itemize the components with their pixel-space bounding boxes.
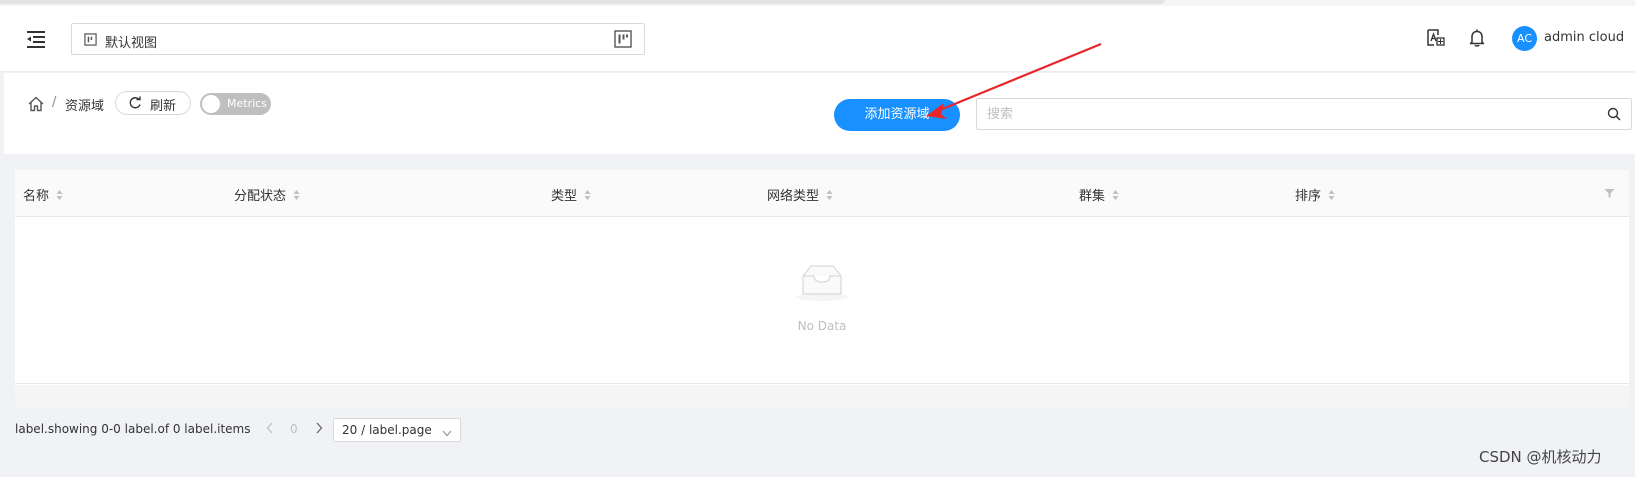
reload-icon — [128, 96, 142, 114]
project-icon — [614, 30, 632, 52]
menu-fold-icon[interactable] — [24, 27, 48, 51]
watermark: CSDN @机核动力 — [1479, 448, 1602, 466]
user-name[interactable]: admin cloud — [1544, 30, 1624, 45]
translate-icon[interactable] — [1426, 28, 1446, 52]
breadcrumb-separator: / — [52, 95, 57, 110]
page-size-select[interactable]: 20 / label.page — [333, 418, 461, 442]
table-header: 名称 分配状态 类型 网络类型 群集 排序 — [15, 170, 1629, 217]
column-label: 类型 — [551, 189, 578, 204]
sort-icon — [56, 189, 63, 205]
pagination-current-page[interactable]: 0 — [290, 422, 298, 436]
bell-icon[interactable] — [1468, 28, 1486, 52]
search-icon[interactable] — [1607, 107, 1621, 125]
refresh-label: 刷新 — [150, 99, 177, 114]
inbox-icon — [793, 262, 851, 306]
view-selector-text: 默认视图 — [105, 36, 158, 51]
chevron-right-icon[interactable] — [314, 421, 324, 439]
column-header-cluster[interactable]: 群集 — [1079, 185, 1119, 205]
column-header-network-type[interactable]: 网络类型 — [767, 185, 833, 205]
filter-icon[interactable] — [1604, 188, 1615, 203]
chevron-down-icon — [442, 426, 452, 441]
metrics-toggle[interactable]: Metrics — [200, 93, 271, 115]
empty-state: No Data — [15, 218, 1629, 384]
column-label: 排序 — [1295, 189, 1322, 204]
header: 默认视图 AC admin cloud — [0, 6, 1635, 72]
page-scrollbar[interactable] — [0, 0, 1165, 4]
toolbar: / 资源域 刷新 Metrics 添加资源域 — [4, 73, 1635, 154]
avatar[interactable]: AC — [1512, 26, 1537, 51]
empty-text: No Data — [797, 319, 847, 333]
add-resource-domain-button[interactable]: 添加资源域 — [834, 99, 960, 131]
column-label: 群集 — [1079, 189, 1106, 204]
sort-icon — [584, 189, 591, 205]
column-header-order[interactable]: 排序 — [1295, 185, 1335, 205]
column-label: 分配状态 — [234, 189, 287, 204]
column-header-name[interactable]: 名称 — [23, 185, 63, 205]
resource-domain-table: 名称 分配状态 类型 网络类型 群集 排序 No Data — [15, 170, 1629, 385]
column-header-type[interactable]: 类型 — [551, 185, 591, 205]
metrics-toggle-label: Metrics — [227, 97, 267, 110]
pagination-total: label.showing 0-0 label.of 0 label.items — [15, 422, 251, 436]
sort-icon — [293, 189, 300, 205]
page-size-value: 20 / label.page — [342, 423, 432, 437]
search-input[interactable] — [987, 105, 1587, 123]
sort-icon — [826, 189, 833, 205]
view-selector[interactable]: 默认视图 — [71, 23, 645, 55]
chevron-left-icon[interactable] — [265, 421, 275, 439]
breadcrumb-current: 资源域 — [65, 99, 105, 114]
search-box[interactable] — [976, 98, 1632, 130]
column-header-allocation-state[interactable]: 分配状态 — [234, 185, 300, 205]
table-horizontal-scrollbar[interactable] — [15, 385, 1629, 407]
toggle-knob — [202, 95, 220, 113]
column-label: 名称 — [23, 189, 50, 204]
sort-icon — [1328, 189, 1335, 205]
home-icon[interactable] — [27, 95, 45, 117]
column-label: 网络类型 — [767, 189, 820, 204]
project-icon — [84, 33, 97, 50]
sort-icon — [1112, 189, 1119, 205]
refresh-button[interactable]: 刷新 — [115, 91, 191, 115]
